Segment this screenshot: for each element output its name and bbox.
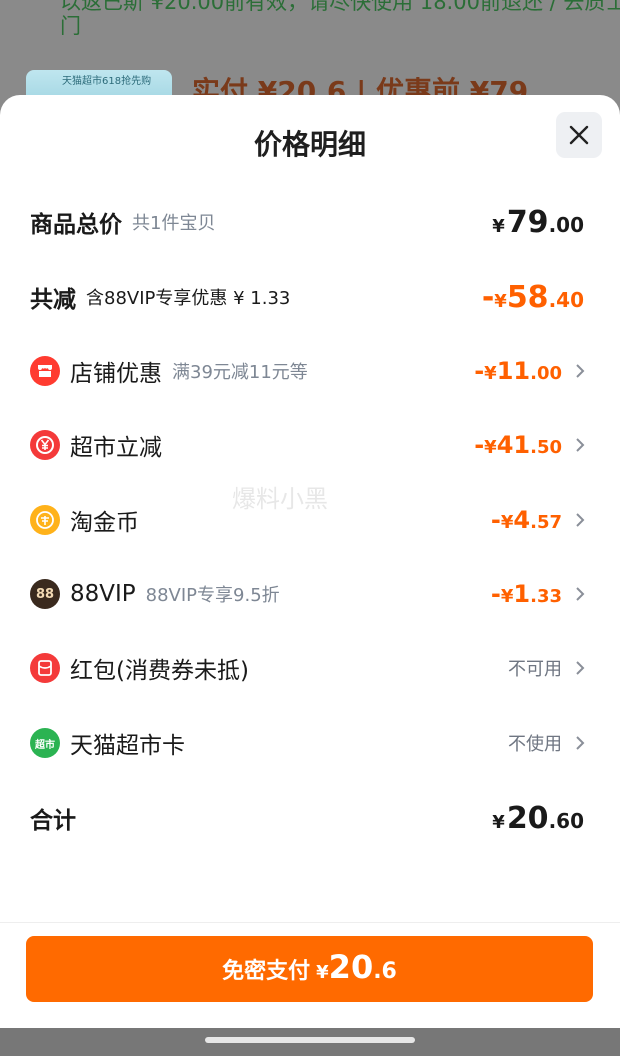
sum-label: 合计 bbox=[30, 808, 76, 834]
shop-discount-rule: 满39元减11元等 bbox=[172, 362, 308, 383]
shop-discount-value: - ¥11.00 bbox=[474, 357, 562, 385]
red-packet-label: 红包(消费券未抵) bbox=[70, 658, 249, 684]
item-total-value: ¥79.00 bbox=[492, 204, 584, 240]
background-notice-text: 以返已斯 ¥20.00前有效，请尽快使用 18.00前退还 / 去质士 bbox=[60, 0, 620, 14]
footer-bar: 免密支付 ¥ 20 .6 bbox=[0, 922, 620, 1028]
shop-icon bbox=[30, 356, 60, 386]
row-market-discount[interactable]: 超市立减 - ¥41.50 bbox=[0, 425, 620, 465]
close-button[interactable] bbox=[556, 112, 602, 158]
vip-discount-value: - ¥1.33 bbox=[490, 580, 562, 608]
market-card-label: 天猫超市卡 bbox=[70, 733, 185, 759]
close-icon bbox=[569, 125, 589, 145]
row-total-reduction: 共减 含88VIP专享优惠 ¥ 1.33 - ¥58.40 bbox=[0, 277, 620, 317]
price-detail-sheet: 价格明细 爆料小黑 商品总价 共1件宝贝 ¥79.00 共减 含88VIP专享优… bbox=[0, 95, 620, 1028]
chevron-right-icon bbox=[576, 513, 585, 527]
chevron-right-icon bbox=[576, 438, 585, 452]
item-total-label: 商品总价 bbox=[30, 212, 122, 238]
red-packet-status: 不可用 bbox=[508, 659, 562, 680]
vip-label: 88VIP bbox=[70, 581, 136, 607]
red-packet-icon bbox=[30, 653, 60, 683]
chevron-right-icon bbox=[576, 587, 585, 601]
sheet-title: 价格明细 bbox=[253, 128, 366, 161]
total-reduction-label: 共减 bbox=[30, 287, 76, 313]
vip-rule: 88VIP专享9.5折 bbox=[145, 585, 280, 606]
market-discount-value: - ¥41.50 bbox=[474, 431, 562, 459]
gold-coin-value: - ¥4.57 bbox=[490, 506, 562, 534]
market-card-icon: 超市 bbox=[30, 728, 60, 758]
gold-coin-label: 淘金币 bbox=[70, 510, 139, 536]
chevron-right-icon bbox=[576, 661, 585, 675]
shop-discount-label: 店铺优惠 bbox=[70, 361, 162, 387]
row-tmall-market-card[interactable]: 超市 天猫超市卡 不使用 bbox=[0, 723, 620, 763]
row-red-packet[interactable]: 红包(消费券未抵) 不可用 bbox=[0, 648, 620, 688]
thumbnail-caption: 天猫超市618抢先购 bbox=[62, 76, 152, 87]
chevron-right-icon bbox=[576, 364, 585, 378]
system-nav-bar bbox=[0, 1028, 620, 1056]
yen-discount-icon bbox=[30, 430, 60, 460]
row-sum-total: 合计 ¥20.60 bbox=[0, 798, 620, 838]
password-free-pay-button[interactable]: 免密支付 ¥ 20 .6 bbox=[26, 936, 593, 1002]
market-card-status: 不使用 bbox=[508, 734, 562, 755]
row-88vip[interactable]: 88 88VIP 88VIP专享9.5折 - ¥1.33 bbox=[0, 574, 620, 614]
market-discount-label: 超市立减 bbox=[70, 435, 162, 461]
home-indicator[interactable] bbox=[205, 1037, 415, 1043]
item-count: 共1件宝贝 bbox=[132, 213, 216, 234]
row-gold-coin[interactable]: 淘金币 - ¥4.57 bbox=[0, 500, 620, 540]
sum-value: ¥20.60 bbox=[492, 800, 584, 836]
row-shop-discount[interactable]: 店铺优惠 满39元减11元等 - ¥11.00 bbox=[0, 351, 620, 391]
reduction-note: 含88VIP专享优惠 ¥ 1.33 bbox=[86, 288, 291, 309]
total-reduction-value: - ¥58.40 bbox=[481, 279, 584, 315]
background-notice-text-2: 门 bbox=[60, 14, 81, 38]
vip-88-icon: 88 bbox=[30, 579, 60, 609]
chevron-right-icon bbox=[576, 736, 585, 750]
row-item-total: 商品总价 共1件宝贝 ¥79.00 bbox=[0, 202, 620, 242]
gold-coin-icon bbox=[30, 505, 60, 535]
